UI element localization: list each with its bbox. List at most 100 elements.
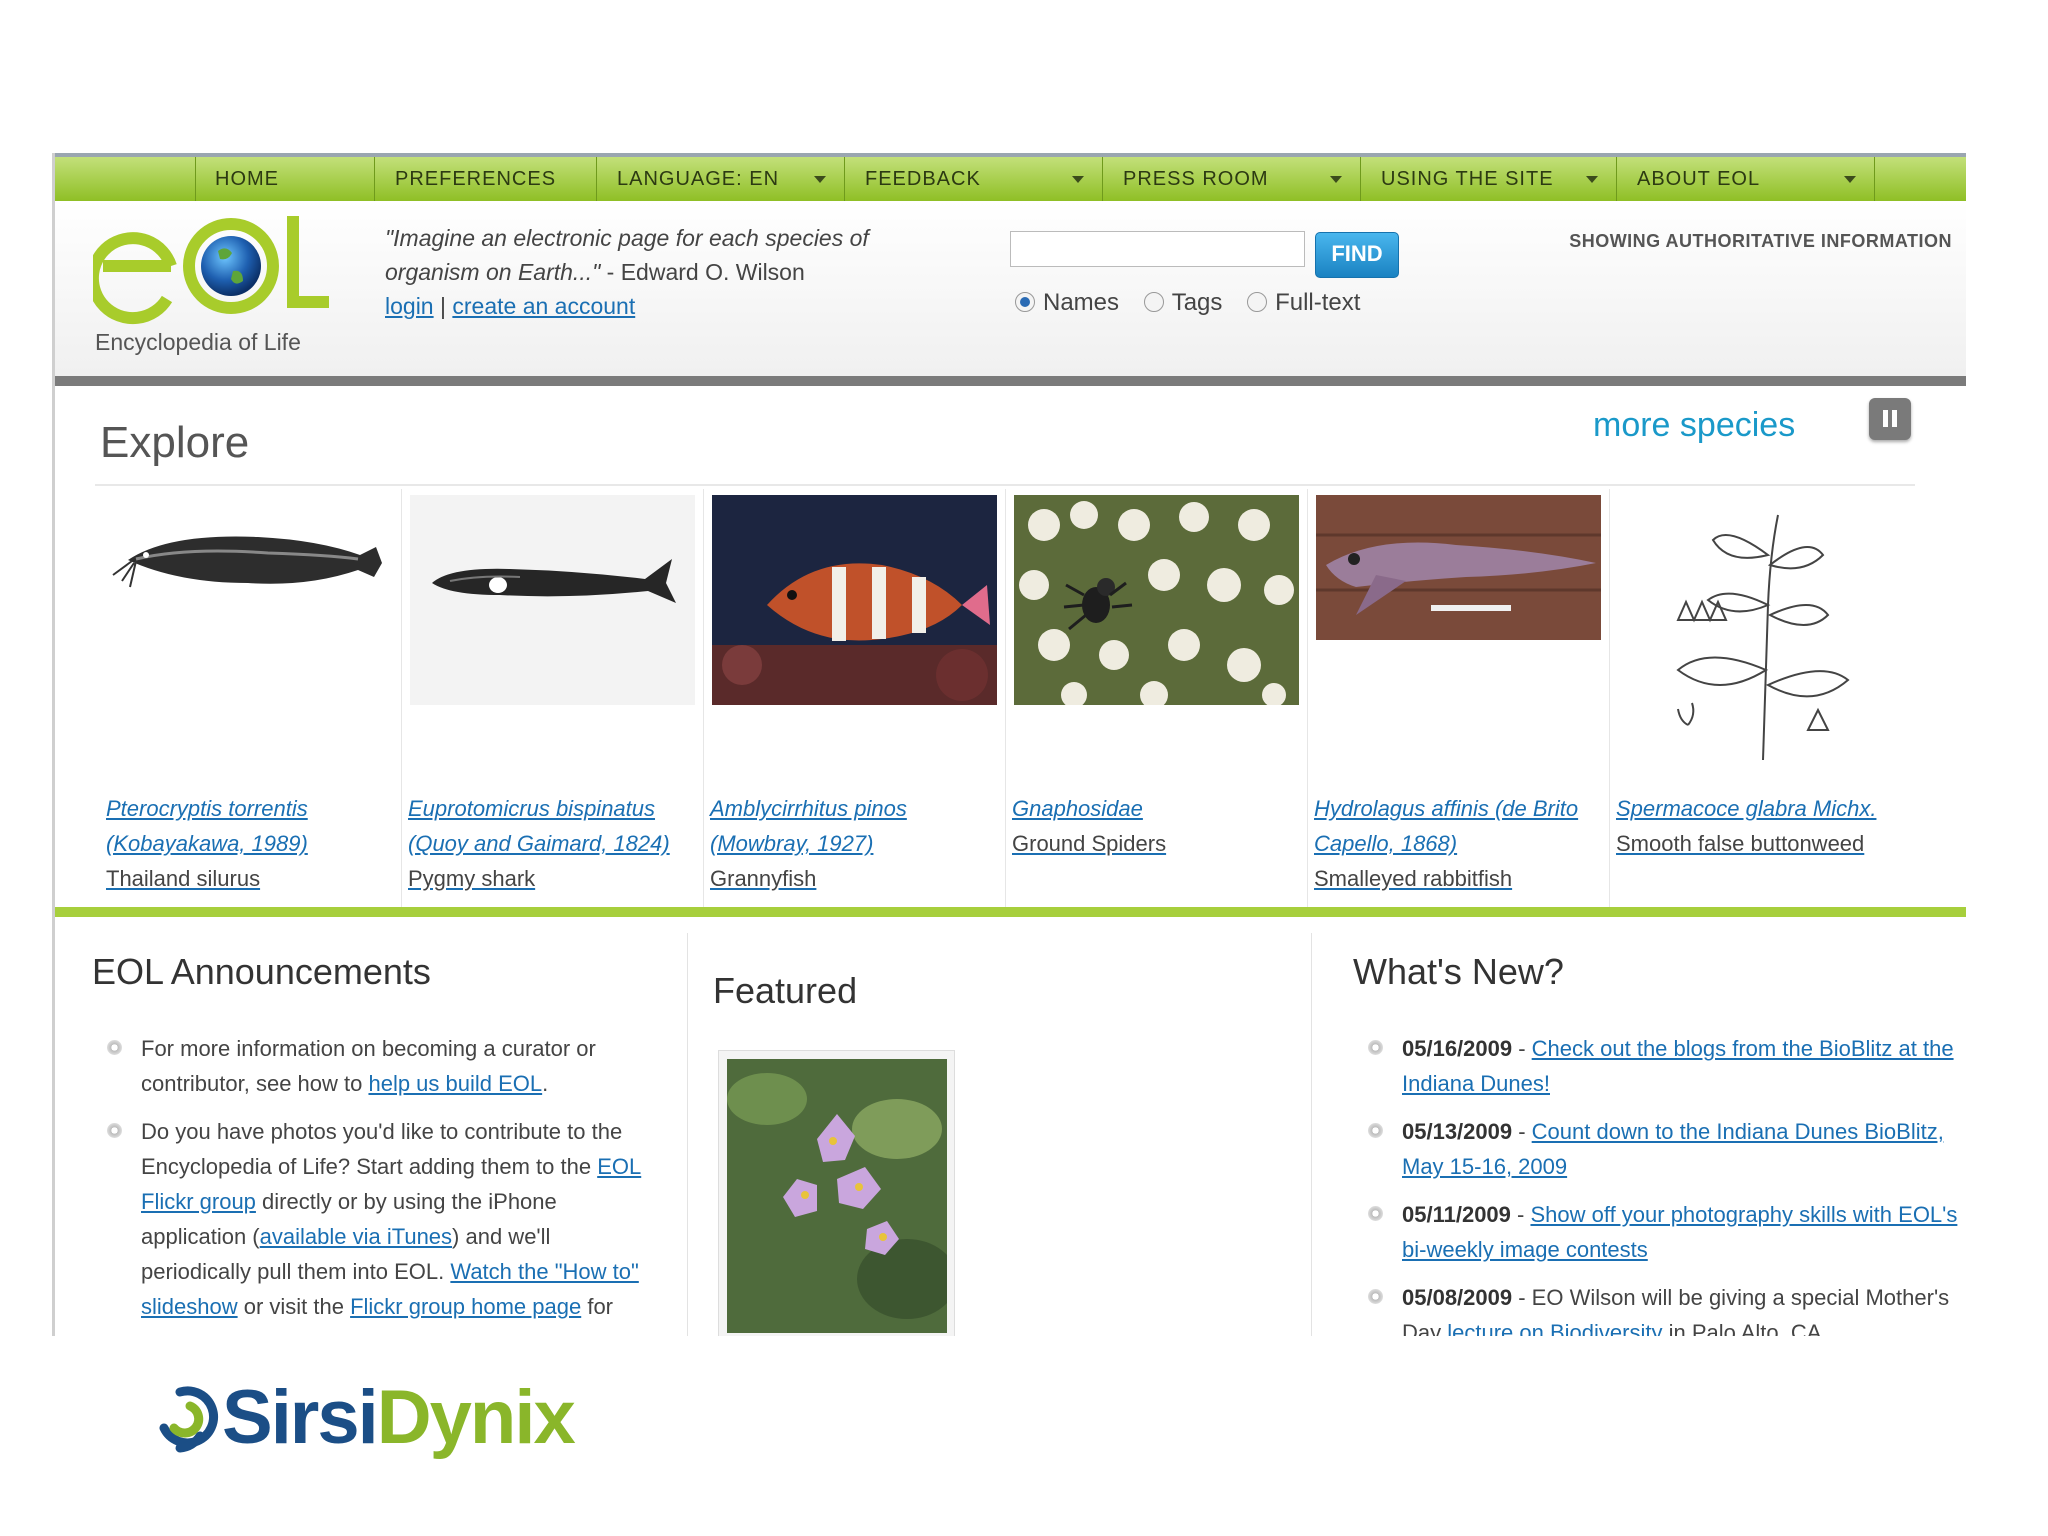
featured-image[interactable] xyxy=(718,1050,957,1336)
news-date: 05/08/2009 xyxy=(1402,1285,1513,1310)
auth-separator: | xyxy=(433,293,453,319)
top-navigation: HOME PREFERENCES LANGUAGE: EN FEEDBACK P… xyxy=(55,153,1966,201)
nav-about-eol-label: ABOUT EOL xyxy=(1637,168,1761,190)
announcements-list: For more information on becoming a curat… xyxy=(99,1031,659,1336)
quote-author: - Edward O. Wilson xyxy=(600,259,805,285)
species-card[interactable]: Gnaphosidae Ground Spiders xyxy=(1006,489,1308,907)
bullet-icon xyxy=(107,1040,122,1055)
nav-about-eol[interactable]: ABOUT EOL xyxy=(1617,157,1875,201)
news-text: in Palo Alto, CA xyxy=(1662,1320,1822,1336)
species-image[interactable] xyxy=(410,495,695,705)
login-link[interactable]: login xyxy=(385,293,434,319)
explore-divider xyxy=(95,484,1915,486)
news-link[interactable]: lecture on Biodiversity xyxy=(1447,1320,1662,1336)
species-name-link[interactable]: Amblycirrhitus pinos (Mowbray, 1927) Gra… xyxy=(710,791,1002,896)
scientific-name[interactable]: Euprotomicrus bispinatus (Quoy and Gaima… xyxy=(408,796,670,856)
common-name: Smalleyed rabbitfish xyxy=(1314,866,1513,891)
news-item: 05/08/2009 - EO Wilson will be giving a … xyxy=(1360,1280,1960,1336)
tagline: "Imagine an electronic page for each spe… xyxy=(385,221,945,323)
browser-screenshot: HOME PREFERENCES LANGUAGE: EN FEEDBACK P… xyxy=(52,153,1966,1336)
announcement-item: For more information on becoming a curat… xyxy=(99,1031,659,1101)
news-item: 05/13/2009 - Count down to the Indiana D… xyxy=(1360,1114,1960,1184)
nav-using-the-site-label: USING THE SITE xyxy=(1381,168,1554,190)
bullet-icon xyxy=(1368,1206,1383,1221)
nav-feedback-label: FEEDBACK xyxy=(865,168,981,190)
dropdown-caret-icon xyxy=(1586,176,1598,183)
species-name-link[interactable]: Euprotomicrus bispinatus (Quoy and Gaima… xyxy=(408,791,700,896)
radio-icon xyxy=(1247,292,1268,312)
grannyfish-photo-icon xyxy=(712,495,997,705)
rabbitfish-photo-icon xyxy=(1316,495,1601,640)
scientific-name[interactable]: Gnaphosidae xyxy=(1012,796,1143,821)
radio-tags[interactable]: Tags xyxy=(1143,289,1222,317)
scientific-name[interactable]: Hydrolagus affinis (de Brito Capello, 18… xyxy=(1314,796,1578,856)
brand-name-suffix: Dynix xyxy=(376,1375,576,1460)
news-item: 05/16/2009 - Check out the blogs from th… xyxy=(1360,1031,1960,1101)
species-name-link[interactable]: Hydrolagus affinis (de Brito Capello, 18… xyxy=(1314,791,1606,896)
header-divider xyxy=(55,376,1966,386)
create-account-link[interactable]: create an account xyxy=(452,293,635,319)
species-card[interactable]: Hydrolagus affinis (de Brito Capello, 18… xyxy=(1308,489,1610,907)
news-item: 05/11/2009 - Show off your photography s… xyxy=(1360,1197,1960,1267)
species-image[interactable] xyxy=(1014,495,1299,705)
bullet-icon xyxy=(1368,1289,1383,1304)
brand-name: Sirsi xyxy=(222,1375,379,1460)
authoritative-info-toggle[interactable]: SHOWING AUTHORITATIVE INFORMATION xyxy=(1569,231,1952,252)
species-card[interactable]: Amblycirrhitus pinos (Mowbray, 1927) Gra… xyxy=(704,489,1006,907)
shark-image-icon xyxy=(432,559,676,603)
nav-home-label: HOME xyxy=(215,168,279,190)
help-build-eol-link[interactable]: help us build EOL xyxy=(368,1071,542,1096)
common-name: Smooth false buttonweed xyxy=(1616,831,1865,856)
news-separator: - xyxy=(1510,1202,1531,1227)
find-button[interactable]: FIND xyxy=(1315,232,1399,278)
common-name: Pygmy shark xyxy=(408,866,536,891)
scientific-name[interactable]: Pterocryptis torrentis (Kobayakawa, 1989… xyxy=(106,796,308,856)
species-image[interactable] xyxy=(712,495,997,705)
species-name-link[interactable]: Pterocryptis torrentis (Kobayakawa, 1989… xyxy=(106,791,398,896)
radio-names[interactable]: Names xyxy=(1015,289,1119,317)
dropdown-caret-icon xyxy=(1072,176,1084,183)
pause-icon[interactable] xyxy=(1869,398,1911,440)
species-image[interactable] xyxy=(108,495,393,705)
sirsidynix-logo: SirsiDynix xyxy=(150,1370,600,1470)
news-date: 05/11/2009 xyxy=(1402,1202,1511,1227)
scientific-name[interactable]: Amblycirrhitus pinos (Mowbray, 1927) xyxy=(710,796,907,856)
dropdown-caret-icon xyxy=(1844,176,1856,183)
announcement-text: or visit the xyxy=(237,1294,351,1319)
nav-preferences[interactable]: PREFERENCES xyxy=(375,157,597,201)
species-image[interactable] xyxy=(1316,495,1601,640)
dropdown-caret-icon xyxy=(1330,176,1342,183)
search-input[interactable] xyxy=(1010,231,1305,267)
species-name-link[interactable]: Gnaphosidae Ground Spiders xyxy=(1012,791,1304,861)
bullet-icon xyxy=(107,1123,122,1138)
announcement-text: Do you have photos you'd like to contrib… xyxy=(141,1119,623,1179)
species-name-link[interactable]: Spermacoce glabra Michx. Smooth false bu… xyxy=(1616,791,1908,861)
species-card[interactable]: Pterocryptis torrentis (Kobayakawa, 1989… xyxy=(100,489,402,907)
nav-home[interactable]: HOME xyxy=(195,157,375,201)
nav-press-room[interactable]: PRESS ROOM xyxy=(1103,157,1361,201)
common-name: Ground Spiders xyxy=(1012,831,1167,856)
nav-feedback[interactable]: FEEDBACK xyxy=(845,157,1103,201)
species-card[interactable]: Euprotomicrus bispinatus (Quoy and Gaima… xyxy=(402,489,704,907)
radio-names-label: Names xyxy=(1043,289,1120,316)
flickr-home-page-link[interactable]: Flickr group home page xyxy=(350,1294,581,1319)
more-species-link[interactable]: more species xyxy=(1593,406,1795,445)
common-name: Grannyfish xyxy=(710,866,817,891)
common-name: Thailand silurus xyxy=(106,866,261,891)
search-scope: Names Tags Full-text xyxy=(1015,289,1378,317)
species-card[interactable]: Spermacoce glabra Michx. Smooth false bu… xyxy=(1610,489,1912,907)
section-divider xyxy=(55,907,1966,917)
column-divider xyxy=(687,933,688,1336)
explore-heading: Explore xyxy=(100,418,250,467)
species-image[interactable] xyxy=(1618,495,1903,770)
column-divider xyxy=(1311,933,1312,1336)
radio-icon xyxy=(1143,292,1164,312)
scientific-name[interactable]: Spermacoce glabra Michx. xyxy=(1616,796,1876,821)
radio-full-text[interactable]: Full-text xyxy=(1247,289,1360,317)
news-separator: - xyxy=(1512,1285,1532,1310)
nav-language[interactable]: LANGUAGE: EN xyxy=(597,157,845,201)
itunes-link[interactable]: available via iTunes xyxy=(260,1224,452,1249)
nav-using-the-site[interactable]: USING THE SITE xyxy=(1361,157,1617,201)
featured-flower-photo-icon xyxy=(727,1059,957,1333)
announcements-heading: EOL Announcements xyxy=(92,951,431,992)
